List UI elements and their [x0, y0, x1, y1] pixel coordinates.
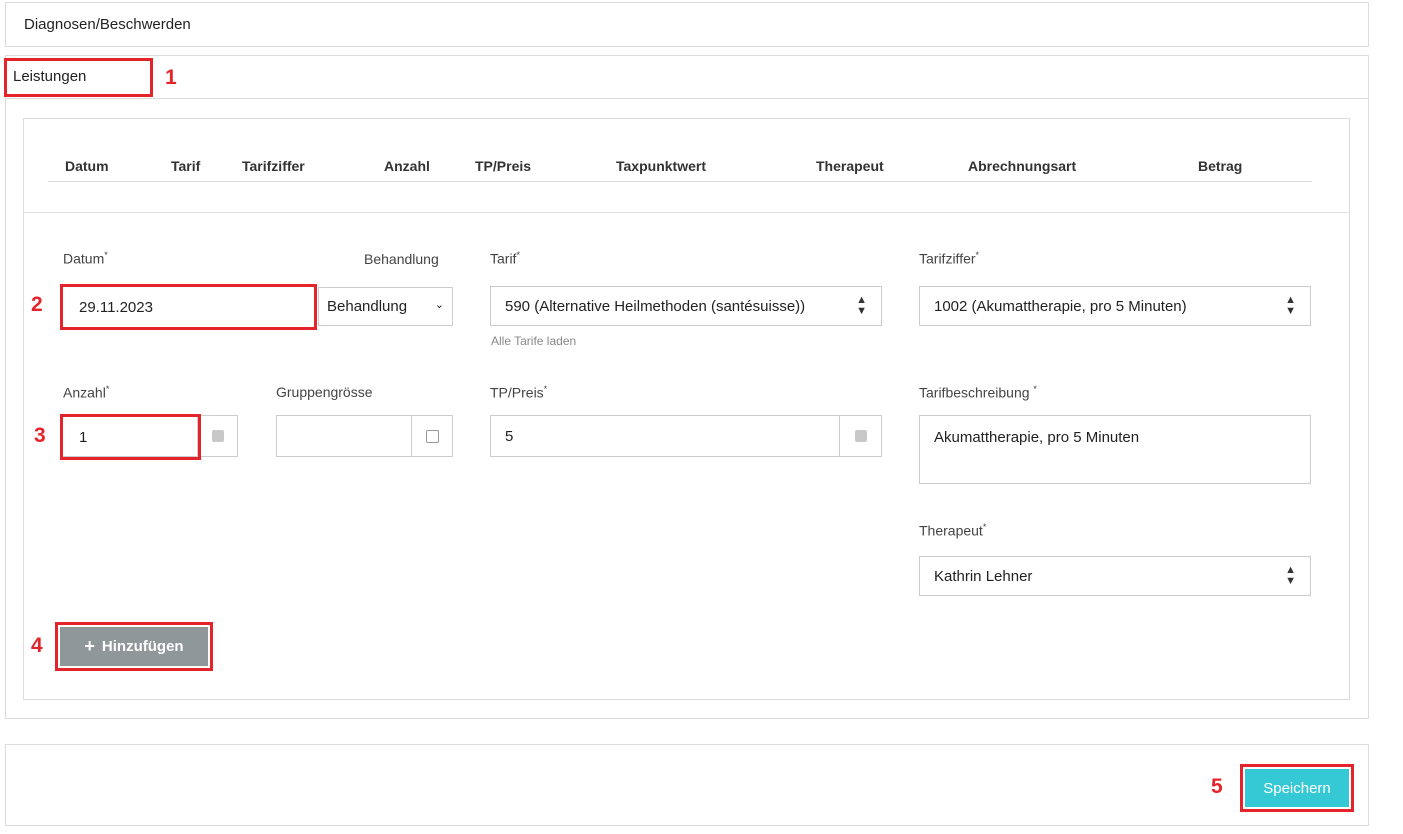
annotation-5: 5: [1211, 775, 1223, 798]
updown-arrows-icon: ▲ ▼: [1285, 564, 1296, 587]
col-taxpunktwert: Taxpunktwert: [616, 158, 706, 174]
leistungen-title: Leistungen: [13, 68, 87, 85]
add-button[interactable]: + Hinzufügen: [60, 627, 208, 666]
add-button-label: Hinzufügen: [101, 638, 184, 655]
col-betrag: Betrag: [1198, 158, 1243, 174]
save-button-label: Speichern: [1263, 779, 1331, 797]
save-button[interactable]: Speichern: [1245, 769, 1349, 807]
col-datum: Datum: [65, 158, 109, 174]
anzahl-addon[interactable]: [197, 415, 238, 457]
diagnosen-panel[interactable]: Diagnosen/Beschwerden: [5, 2, 1369, 47]
diagnosen-title: Diagnosen/Beschwerden: [24, 16, 191, 33]
tarifbeschreibung-label: Tarifbeschreibung *: [919, 384, 1037, 401]
annotation-4: 4: [31, 634, 43, 657]
footer-panel: [5, 744, 1369, 826]
tarif-value: 590 (Alternative Heilmethoden (santésuis…: [505, 297, 806, 315]
alle-tarife-link[interactable]: Alle Tarife laden: [491, 334, 576, 348]
gruppengroesse-addon[interactable]: [411, 416, 452, 456]
gruppengroesse-label: Gruppengrösse: [276, 384, 373, 400]
leistungen-tab[interactable]: Leistungen: [4, 58, 153, 97]
form-divider: [24, 212, 1349, 213]
leistungen-card: [23, 118, 1350, 700]
updown-arrows-icon: ▲ ▼: [1285, 294, 1296, 317]
col-abrechnungsart: Abrechnungsart: [968, 158, 1077, 174]
tarif-select[interactable]: 590 (Alternative Heilmethoden (santésuis…: [490, 286, 882, 326]
therapeut-value: Kathrin Lehner: [934, 567, 1033, 585]
datum-label: Datum*: [63, 250, 108, 267]
tp-preis-addon[interactable]: [839, 416, 881, 456]
tp-preis-label: TP/Preis*: [490, 384, 548, 401]
therapeut-select[interactable]: Kathrin Lehner ▲ ▼: [919, 556, 1311, 596]
tarif-label: Tarif*: [490, 250, 520, 267]
col-tp-preis: TP/Preis: [475, 158, 532, 174]
tarifbeschreibung-textarea[interactable]: Akumattherapie, pro 5 Minuten: [919, 415, 1311, 484]
annotation-3: 3: [34, 424, 46, 447]
therapeut-label: Therapeut*: [919, 522, 987, 539]
datum-input[interactable]: 29.11.2023: [79, 299, 153, 316]
leistungen-header-divider: [5, 98, 1369, 99]
behandlung-label: Behandlung: [364, 251, 439, 267]
tarifziffer-value: 1002 (Akumattherapie, pro 5 Minuten): [934, 297, 1187, 315]
chevron-down-icon: ⌄: [434, 299, 444, 311]
col-tarif: Tarif: [171, 158, 201, 174]
col-tarifziffer: Tarifziffer: [242, 158, 305, 174]
anzahl-label: Anzahl*: [63, 384, 110, 401]
col-therapeut: Therapeut: [816, 158, 884, 174]
anzahl-input-highlight[interactable]: 1: [60, 414, 201, 460]
anzahl-input[interactable]: 1: [79, 429, 87, 446]
datum-input-highlight[interactable]: 29.11.2023: [60, 284, 317, 330]
checkbox-icon[interactable]: [425, 429, 439, 443]
behandlung-dropdown[interactable]: Behandlung ⌄: [318, 287, 453, 326]
table-header: Datum Tarif Tarifziffer Anzahl TP/Preis …: [48, 148, 1312, 182]
checkbox-icon[interactable]: [212, 430, 224, 442]
updown-arrows-icon: ▲ ▼: [856, 294, 867, 317]
checkbox-icon[interactable]: [854, 430, 867, 442]
tarifziffer-label: Tarifziffer*: [919, 250, 980, 267]
annotation-2: 2: [31, 293, 43, 316]
tarifziffer-select[interactable]: 1002 (Akumattherapie, pro 5 Minuten) ▲ ▼: [919, 286, 1311, 326]
plus-icon: +: [84, 636, 95, 656]
annotation-1: 1: [165, 66, 177, 89]
tp-preis-input[interactable]: 5: [490, 415, 882, 457]
col-anzahl: Anzahl: [384, 158, 430, 174]
behandlung-value: Behandlung: [327, 298, 408, 315]
